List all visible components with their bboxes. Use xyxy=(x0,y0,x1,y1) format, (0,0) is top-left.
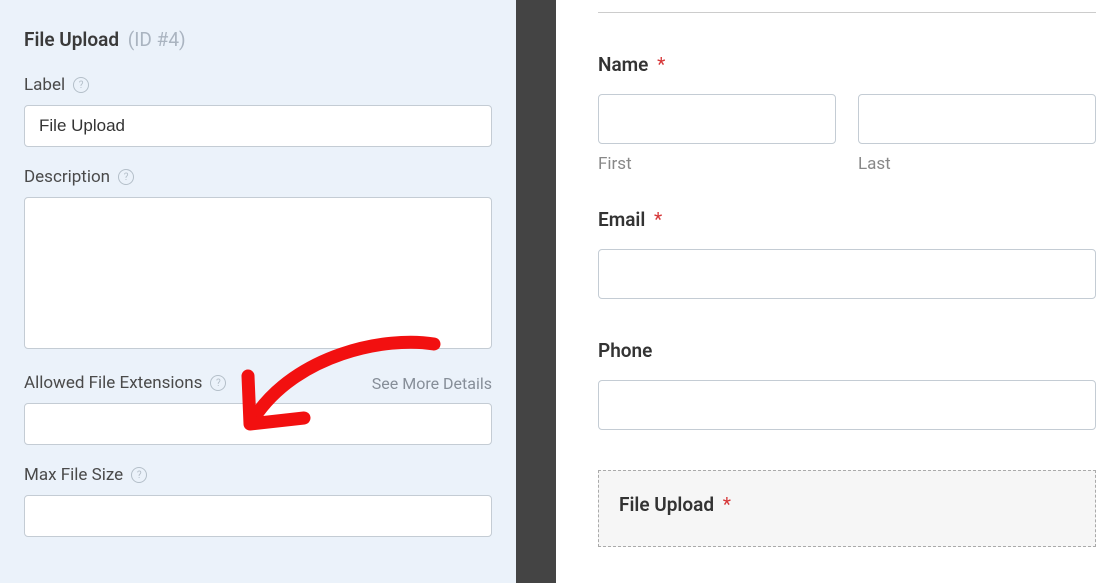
panel-id: (ID #4) xyxy=(128,28,186,51)
panel-title-text: File Upload xyxy=(24,28,119,51)
email-label: Email * xyxy=(598,208,1096,231)
panel-divider xyxy=(516,0,556,583)
max-file-size-label: Max File Size ? xyxy=(24,465,492,485)
allowed-extensions-row: Allowed File Extensions ? See More Detai… xyxy=(24,373,492,445)
required-asterisk: * xyxy=(723,493,731,516)
description-field-row: Description ? xyxy=(24,167,492,353)
email-input[interactable] xyxy=(598,249,1096,299)
allowed-extensions-label-text: Allowed File Extensions xyxy=(24,373,202,393)
label-field-row: Label ? xyxy=(24,75,492,147)
help-icon[interactable]: ? xyxy=(73,77,89,93)
file-upload-preview[interactable]: File Upload * xyxy=(598,470,1096,547)
field-settings-panel: File Upload (ID #4) Label ? Description … xyxy=(0,0,516,583)
max-file-size-input[interactable] xyxy=(24,495,492,537)
help-icon[interactable]: ? xyxy=(118,169,134,185)
label-text: Label xyxy=(24,75,65,95)
description-label-text: Description xyxy=(24,167,110,187)
label-input[interactable] xyxy=(24,105,492,147)
phone-label: Phone xyxy=(598,339,1096,362)
help-icon[interactable]: ? xyxy=(131,467,147,483)
first-sublabel: First xyxy=(598,154,836,174)
last-sublabel: Last xyxy=(858,154,1096,174)
first-name-input[interactable] xyxy=(598,94,836,144)
max-file-size-row: Max File Size ? xyxy=(24,465,492,537)
max-file-size-text: Max File Size xyxy=(24,465,123,485)
name-group: Name * First Last xyxy=(598,53,1096,174)
allowed-extensions-label-row: Allowed File Extensions ? See More Detai… xyxy=(24,373,492,393)
allowed-extensions-input[interactable] xyxy=(24,403,492,445)
required-asterisk: * xyxy=(654,208,662,231)
email-group: Email * xyxy=(598,208,1096,299)
top-hr xyxy=(598,12,1096,13)
form-preview-panel: Name * First Last Email * Phone File xyxy=(556,0,1116,583)
required-asterisk: * xyxy=(657,53,665,76)
phone-input[interactable] xyxy=(598,380,1096,430)
last-name-input[interactable] xyxy=(858,94,1096,144)
help-icon[interactable]: ? xyxy=(210,375,226,391)
see-more-details-link[interactable]: See More Details xyxy=(372,374,492,393)
name-label: Name * xyxy=(598,53,1096,76)
label-field-label: Label ? xyxy=(24,75,492,95)
description-field-label: Description ? xyxy=(24,167,492,187)
panel-title: File Upload (ID #4) xyxy=(24,28,492,51)
phone-group: Phone xyxy=(598,339,1096,430)
upload-label: File Upload * xyxy=(619,493,1075,516)
description-input[interactable] xyxy=(24,197,492,349)
